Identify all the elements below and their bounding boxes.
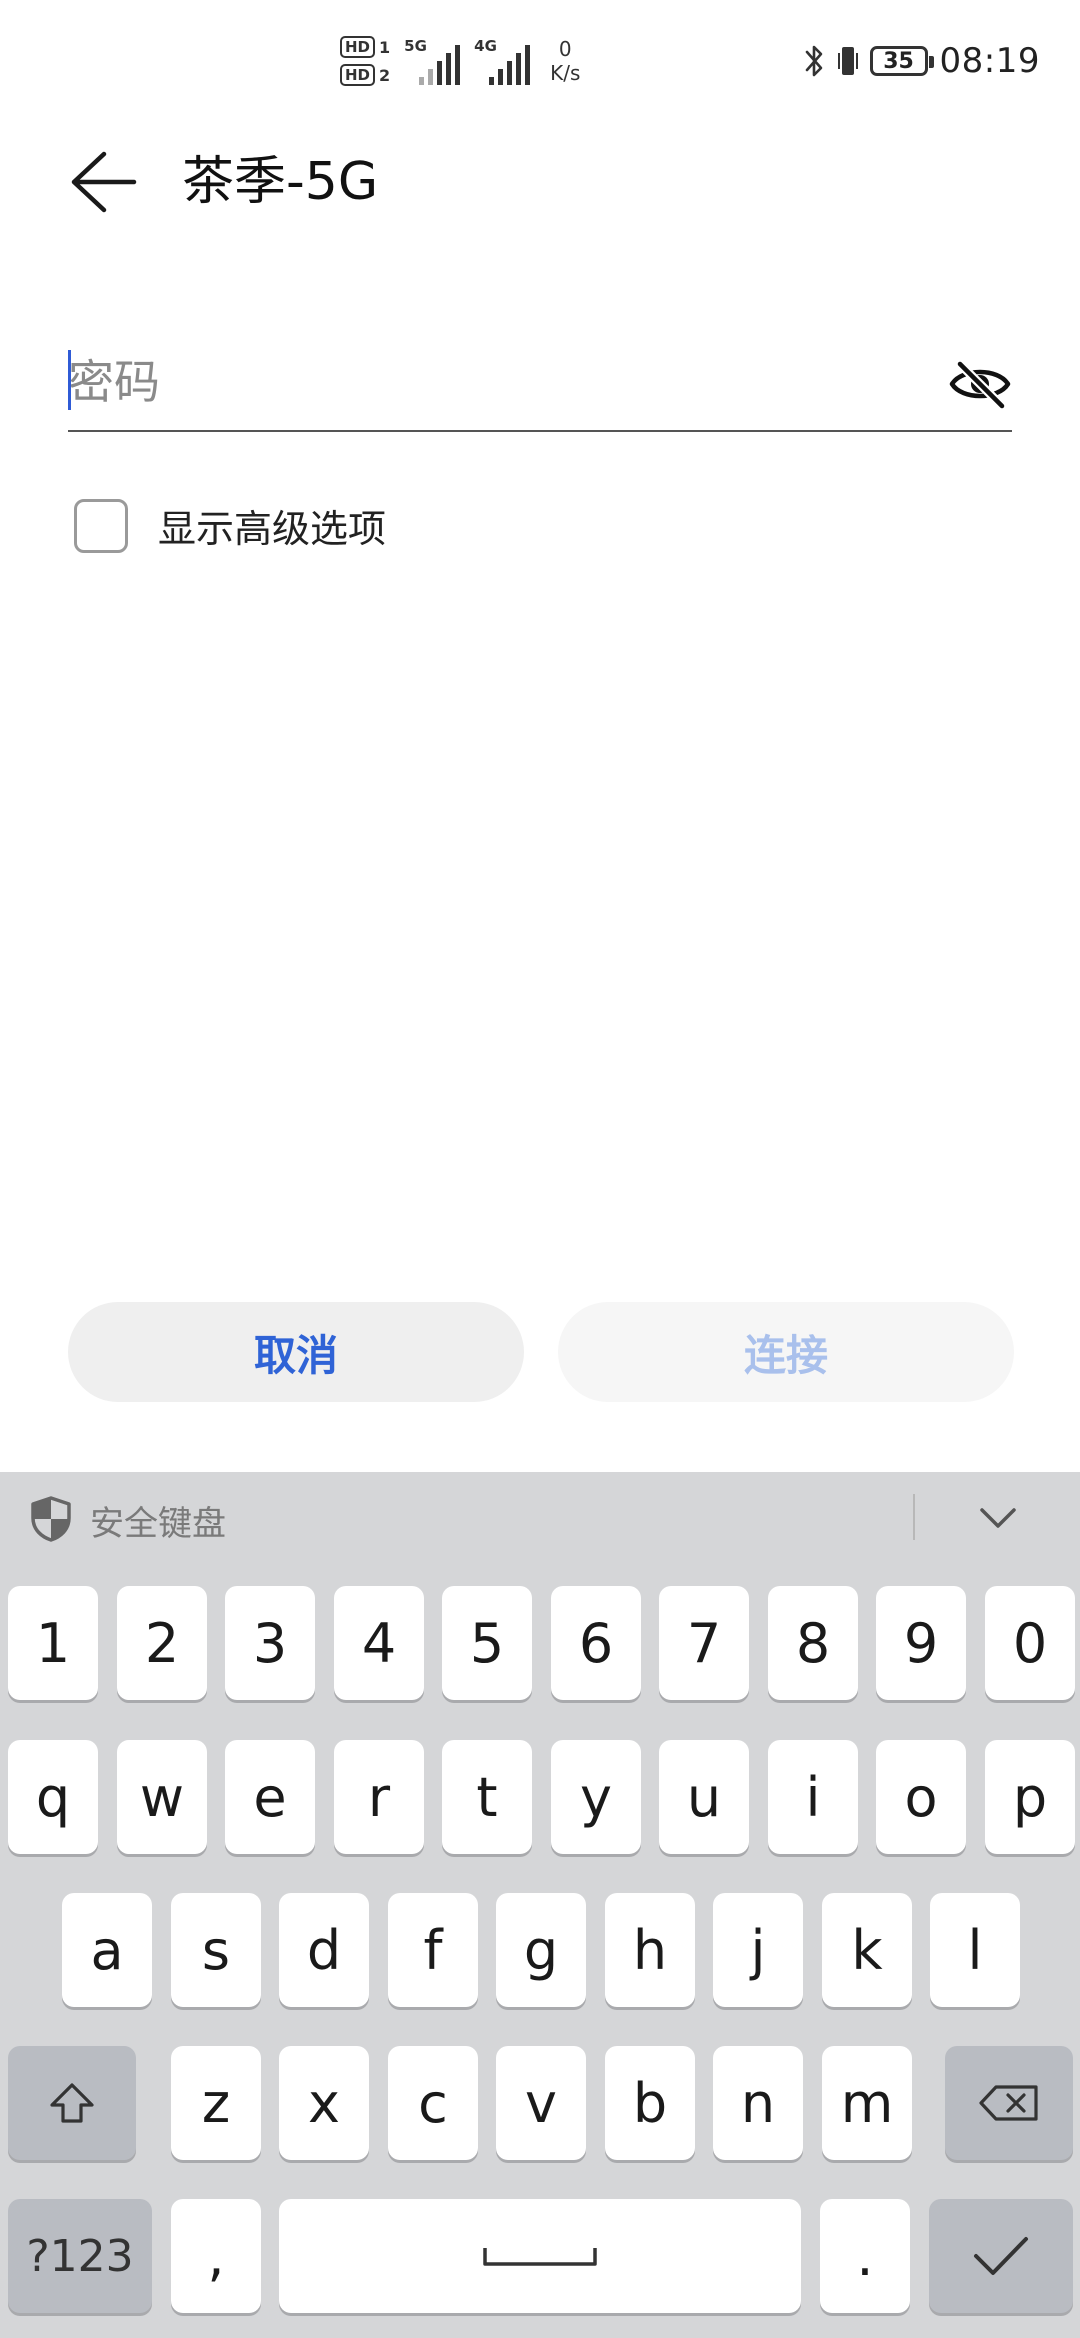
- key-a[interactable]: a: [62, 1893, 152, 2007]
- key-b[interactable]: b: [605, 2046, 695, 2160]
- key-e[interactable]: e: [225, 1740, 315, 1854]
- key-2[interactable]: 2: [117, 1586, 207, 1700]
- signal-5g-icon: 5G: [404, 37, 461, 85]
- bluetooth-icon: [805, 45, 822, 77]
- comma-key[interactable]: ,: [171, 2199, 261, 2313]
- secure-keyboard: 安全键盘 1 2 3 4 5 6 7 8 9 0 q w e r t y u i…: [0, 1472, 1080, 2338]
- key-v[interactable]: v: [496, 2046, 586, 2160]
- key-w[interactable]: w: [117, 1740, 207, 1854]
- status-bar: HD 1 HD 2 5G 4G 0 K/s 35 08:19: [0, 0, 1080, 120]
- password-field[interactable]: [68, 340, 1012, 432]
- key-0[interactable]: 0: [985, 1586, 1075, 1700]
- shift-key[interactable]: [8, 2046, 136, 2160]
- symbols-key[interactable]: ?123: [8, 2199, 152, 2313]
- keyboard-toolbar: 安全键盘: [0, 1472, 1080, 1564]
- backspace-icon: [979, 2085, 1038, 2121]
- cancel-button[interactable]: 取消: [68, 1302, 524, 1402]
- enter-key[interactable]: [929, 2199, 1073, 2313]
- key-s[interactable]: s: [171, 1893, 261, 2007]
- key-3[interactable]: 3: [225, 1586, 315, 1700]
- key-g[interactable]: g: [496, 1893, 586, 2007]
- key-x[interactable]: x: [279, 2046, 369, 2160]
- key-c[interactable]: c: [388, 2046, 478, 2160]
- checkmark-icon: [974, 2237, 1028, 2275]
- period-key[interactable]: .: [820, 2199, 910, 2313]
- key-8[interactable]: 8: [768, 1586, 858, 1700]
- key-u[interactable]: u: [659, 1740, 749, 1854]
- key-7[interactable]: 7: [659, 1586, 749, 1700]
- backspace-key[interactable]: [945, 2046, 1073, 2160]
- chevron-down-icon[interactable]: [976, 1496, 1020, 1540]
- status-right: 35 08:19: [804, 36, 1040, 86]
- clock: 08:19: [939, 41, 1040, 81]
- space-bar-icon: [483, 2248, 597, 2266]
- key-z[interactable]: z: [171, 2046, 261, 2160]
- key-o[interactable]: o: [876, 1740, 966, 1854]
- key-r[interactable]: r: [334, 1740, 424, 1854]
- key-f[interactable]: f: [388, 1893, 478, 2007]
- key-i[interactable]: i: [768, 1740, 858, 1854]
- signal-4g-icon: 4G: [474, 37, 531, 85]
- key-m[interactable]: m: [822, 2046, 912, 2160]
- advanced-options-row[interactable]: 显示高级选项: [74, 498, 386, 553]
- key-j[interactable]: j: [713, 1893, 803, 2007]
- advanced-options-checkbox[interactable]: [74, 498, 128, 553]
- password-input[interactable]: [68, 340, 928, 424]
- key-q[interactable]: q: [8, 1740, 98, 1854]
- hd-indicator-1: HD 1: [340, 36, 390, 58]
- key-y[interactable]: y: [551, 1740, 641, 1854]
- hd-voice-indicators: HD 1 HD 2: [340, 36, 390, 86]
- eye-hidden-icon[interactable]: [948, 356, 1012, 412]
- connect-button[interactable]: 连接: [558, 1302, 1014, 1402]
- advanced-options-label: 显示高级选项: [158, 507, 387, 551]
- keyboard-title: 安全键盘: [90, 1504, 226, 1544]
- back-arrow-icon[interactable]: [68, 146, 140, 218]
- key-l[interactable]: l: [930, 1893, 1020, 2007]
- key-t[interactable]: t: [442, 1740, 532, 1854]
- vibrate-icon: [837, 47, 858, 75]
- key-p[interactable]: p: [985, 1740, 1075, 1854]
- page-title: 茶季-5G: [182, 152, 379, 212]
- key-d[interactable]: d: [279, 1893, 369, 2007]
- key-h[interactable]: h: [605, 1893, 695, 2007]
- key-k[interactable]: k: [822, 1893, 912, 2007]
- key-9[interactable]: 9: [876, 1586, 966, 1700]
- space-key[interactable]: [279, 2199, 801, 2313]
- battery-icon: 35: [869, 46, 934, 76]
- key-1[interactable]: 1: [8, 1586, 98, 1700]
- shield-icon: [31, 1496, 71, 1542]
- key-5[interactable]: 5: [442, 1586, 532, 1700]
- network-speed: 0 K/s: [550, 37, 581, 85]
- key-n[interactable]: n: [713, 2046, 803, 2160]
- text-caret: [68, 350, 71, 410]
- key-4[interactable]: 4: [334, 1586, 424, 1700]
- hd-indicator-2: HD 2: [340, 64, 390, 86]
- toolbar-divider: [913, 1494, 915, 1540]
- network-indicators: HD 1 HD 2 5G 4G 0 K/s: [340, 28, 580, 94]
- shift-arrow-icon: [50, 2083, 94, 2123]
- key-6[interactable]: 6: [551, 1586, 641, 1700]
